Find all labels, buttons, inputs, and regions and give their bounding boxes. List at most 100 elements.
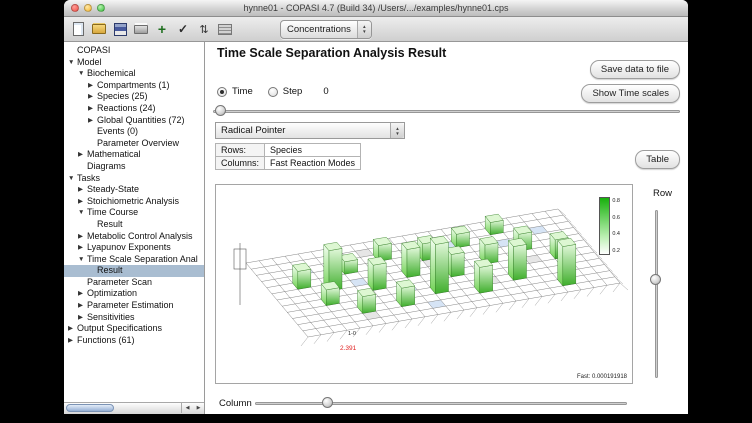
chevron-down-icon[interactable]: ▼ [68,173,77,185]
app-window: hynne01 - COPASI 4.7 (Build 34) /Users/.… [64,0,688,413]
sidebar-item-metabolic-control-analysis[interactable]: ▶Metabolic Control Analysis [64,231,204,243]
chevron-right-icon[interactable]: ▶ [88,103,97,115]
rows-label: Rows: [216,144,265,157]
toolbar-icon-group [70,21,233,37]
close-window-icon[interactable] [71,4,79,12]
sidebar-item-output-specifications[interactable]: ▶Output Specifications [64,323,204,335]
sidebar-item-tasks[interactable]: ▼Tasks [64,173,204,185]
concentrations-dropdown[interactable]: Concentrations [280,20,372,39]
chevron-down-icon[interactable]: ▼ [78,68,87,80]
chevron-down-icon[interactable]: ▼ [68,57,77,69]
slider-track[interactable] [213,110,680,113]
slider-thumb[interactable] [322,397,333,408]
sidebar-item-compartments-1[interactable]: ▶Compartments (1) [64,80,204,92]
minimize-window-icon[interactable] [84,4,92,12]
columns-label: Columns: [216,157,265,170]
slider-thumb[interactable] [215,105,226,116]
main-panel: Time Scale Separation Analysis Result Sa… [205,42,688,414]
sidebar-item-lyapunov-exponents[interactable]: ▶Lyapunov Exponents [64,242,204,254]
chevron-right-icon[interactable]: ▶ [88,115,97,127]
sidebar-item-label: Species (25) [97,92,148,102]
plot-canvas[interactable] [216,185,632,381]
time-slider[interactable] [213,105,680,117]
open-file-icon[interactable] [91,21,107,37]
sidebar-item-functions-61[interactable]: ▶Functions (61) [64,335,204,347]
window-title: hynne01 - COPASI 4.7 (Build 34) /Users/.… [244,3,509,13]
legend-tick: 0.6 [612,215,620,221]
sidebar-item-label: Model [77,57,102,67]
3d-bar-plot[interactable]: 0.80.60.40.2 1-0 2.391 Fast: 0.000191918 [215,184,633,384]
chevron-right-icon[interactable]: ▶ [88,91,97,103]
table-button[interactable]: Table [635,150,680,169]
sidebar-item-parameter-overview[interactable]: Parameter Overview [64,138,204,150]
chevron-right-icon[interactable]: ▶ [78,288,87,300]
sidebar-item-mathematical[interactable]: ▶Mathematical [64,149,204,161]
slider-track[interactable] [655,210,658,378]
sidebar-item-time-scale-separation-anal[interactable]: ▼Time Scale Separation Anal [64,254,204,266]
sidebar-horizontal-scrollbar[interactable] [64,402,204,414]
zoom-window-icon[interactable] [97,4,105,12]
settings-icon[interactable] [217,21,233,37]
slider-thumb[interactable] [650,274,661,285]
sidebar-item-global-quantities-72[interactable]: ▶Global Quantities (72) [64,115,204,127]
reorder-icon[interactable] [196,21,212,37]
step-value[interactable]: 0 [323,86,328,97]
chevron-down-icon[interactable]: ▼ [78,254,87,266]
sidebar-item-label: Time Course [87,207,138,217]
scroll-left-icon[interactable] [182,403,193,413]
chevron-right-icon[interactable]: ▶ [78,242,87,254]
apply-icon[interactable] [175,21,191,37]
time-radio[interactable] [217,87,227,97]
sidebar-item-result[interactable]: Result [64,265,204,277]
chevron-right-icon[interactable]: ▶ [78,149,87,161]
chevron-right-icon[interactable]: ▶ [78,231,87,243]
sidebar-item-model[interactable]: ▼Model [64,57,204,69]
save-data-button[interactable]: Save data to file [590,60,680,79]
sidebar-item-label: Lyapunov Exponents [87,242,171,252]
legend-gradient-bar [599,197,610,255]
sidebar-item-stoichiometric-analysis[interactable]: ▶Stoichiometric Analysis [64,196,204,208]
sidebar-item-time-course[interactable]: ▼Time Course [64,207,204,219]
sidebar-item-parameter-estimation[interactable]: ▶Parameter Estimation [64,300,204,312]
scrollbar-arrows [181,403,204,413]
sidebar-item-diagrams[interactable]: Diagrams [64,161,204,173]
dropdown-stepper-icon [357,21,371,38]
sidebar-item-steady-state[interactable]: ▶Steady-State [64,184,204,196]
chevron-right-icon[interactable]: ▶ [88,80,97,92]
new-file-icon[interactable] [70,21,86,37]
sidebar-item-biochemical[interactable]: ▼Biochemical [64,68,204,80]
scroll-right-icon[interactable] [193,403,204,413]
sidebar-item-events-0[interactable]: Events (0) [64,126,204,138]
sidebar-item-label: Diagrams [87,161,126,171]
sidebar-item-label: Reactions (24) [97,103,156,113]
sidebar-item-parameter-scan[interactable]: Parameter Scan [64,277,204,289]
chevron-down-icon[interactable]: ▼ [78,207,87,219]
time-radio-label: Time [232,86,253,97]
chevron-right-icon[interactable]: ▶ [78,312,87,324]
step-radio[interactable] [268,87,278,97]
print-icon[interactable] [133,21,149,37]
sidebar-item-label: Sensitivities [87,312,135,322]
sidebar-item-label: Output Specifications [77,323,162,333]
chevron-right-icon[interactable]: ▶ [78,196,87,208]
row-slider[interactable] [650,210,662,378]
sidebar-item-reactions-24[interactable]: ▶Reactions (24) [64,103,204,115]
sidebar-item-species-25[interactable]: ▶Species (25) [64,91,204,103]
pointer-dropdown[interactable]: Radical Pointer [215,122,405,139]
slider-track[interactable] [255,402,627,405]
column-slider[interactable] [255,397,627,409]
sidebar-item-result[interactable]: Result [64,219,204,231]
add-icon[interactable] [154,21,170,37]
scrollbar-thumb[interactable] [66,404,114,412]
save-file-icon[interactable] [112,21,128,37]
sidebar-item-label: Optimization [87,289,137,299]
chevron-right-icon[interactable]: ▶ [68,335,77,347]
sidebar-item-sensitivities[interactable]: ▶Sensitivities [64,312,204,324]
show-time-scales-button[interactable]: Show Time scales [581,84,680,103]
chevron-right-icon[interactable]: ▶ [78,300,87,312]
chevron-right-icon[interactable]: ▶ [68,323,77,335]
sidebar-item-copasi[interactable]: COPASI [64,45,204,57]
title-bar[interactable]: hynne01 - COPASI 4.7 (Build 34) /Users/.… [64,0,688,17]
sidebar-item-optimization[interactable]: ▶Optimization [64,288,204,300]
chevron-right-icon[interactable]: ▶ [78,184,87,196]
